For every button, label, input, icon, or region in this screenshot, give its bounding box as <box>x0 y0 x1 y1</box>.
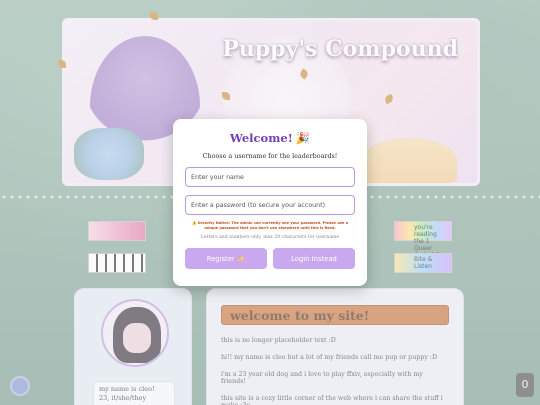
security-notice: ⚠️ Security Notice: The admin can curren… <box>191 221 349 230</box>
login-instead-button[interactable]: Login Instead <box>273 248 355 269</box>
party-popper-icon: 🎉 <box>295 131 311 145</box>
password-input[interactable] <box>185 195 355 215</box>
register-button[interactable]: Register ✨ <box>185 248 267 269</box>
login-modal: Welcome! 🎉 Choose a username for the lead… <box>173 119 367 286</box>
username-input[interactable] <box>185 167 355 187</box>
modal-title: Welcome! 🎉 <box>185 131 355 145</box>
modal-subtitle: Choose a username for the leaderboards! <box>202 152 338 160</box>
username-hint: Letters and numbers only, max 20 charact… <box>200 235 340 240</box>
modal-actions: Register ✨ Login Instead <box>185 248 355 269</box>
modal-title-text: Welcome! <box>229 131 293 145</box>
